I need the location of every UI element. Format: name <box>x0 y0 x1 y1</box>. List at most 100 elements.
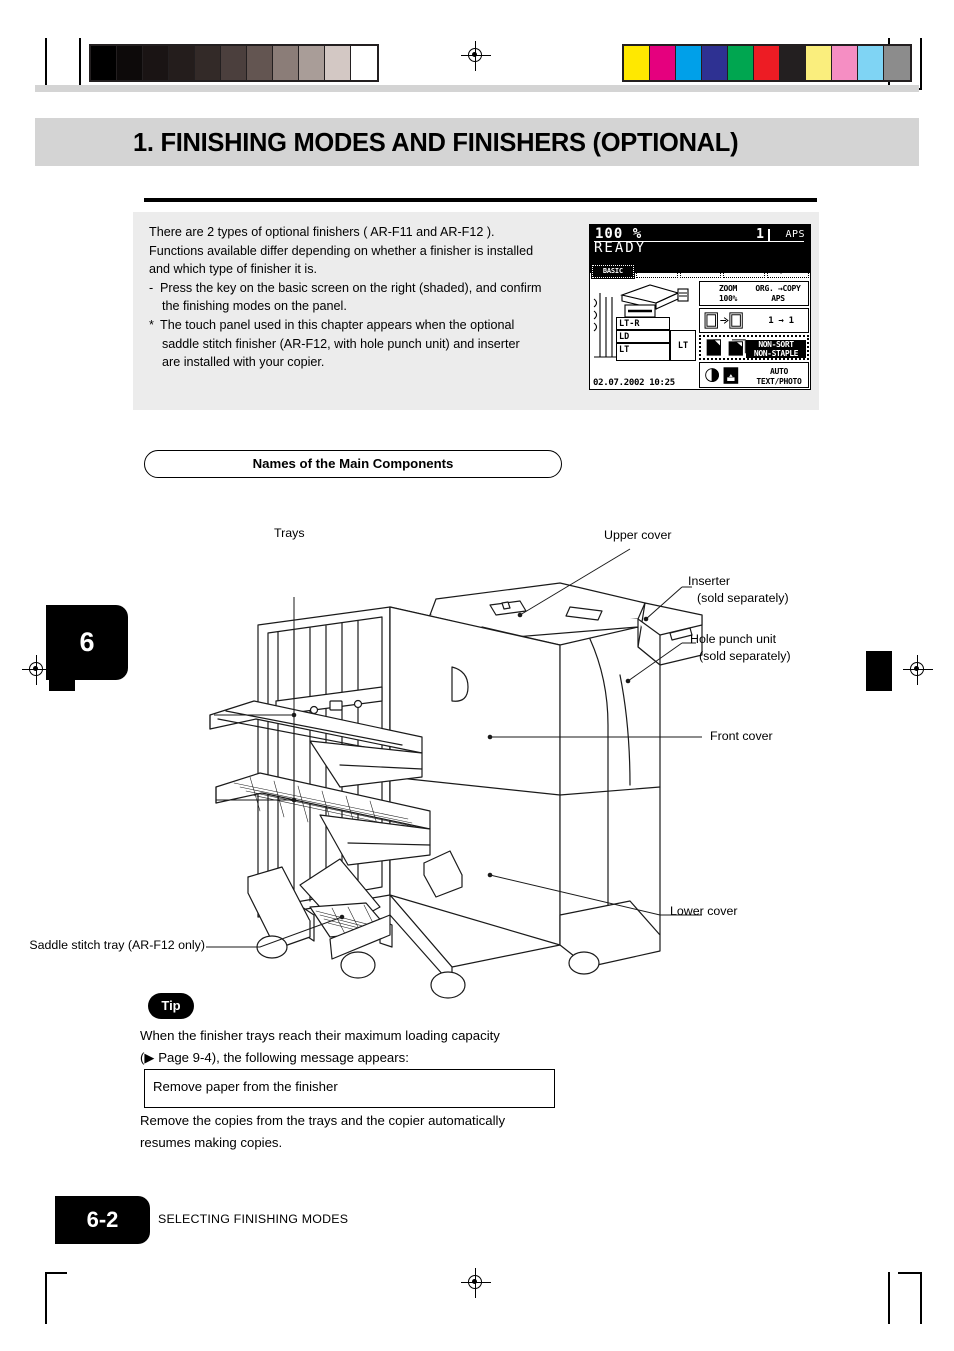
intro-line-1: There are 2 types of optional finishers … <box>149 225 495 239</box>
crop-mark-top-right-v2 <box>920 38 922 90</box>
callout-saddle-stitch-tray: Saddle stitch tray (AR-F12 only) <box>29 938 205 952</box>
lcd-tray-label-ld: LD <box>619 332 630 342</box>
color-swatch-7 <box>806 46 832 80</box>
lcd-tray-label-lt: LT <box>619 345 630 355</box>
color-swatch-8 <box>832 46 858 80</box>
callout-inserter: Inserter (sold separately) <box>688 573 789 607</box>
grayscale-swatch-6 <box>247 46 273 80</box>
color-swatch-2 <box>676 46 702 80</box>
tab-quick[interactable]: QUICK <box>767 265 809 278</box>
lcd-key-exposure[interactable]: AUTO TEXT/PHOTO <box>699 362 809 388</box>
callout-hole-punch-sub: (sold separately) <box>699 649 791 663</box>
lcd-paper-mode: APS <box>785 229 805 240</box>
intro-text: There are 2 types of optional finishers … <box>149 223 574 372</box>
lcd-zoom-value: 100% <box>718 294 738 303</box>
grayscale-swatch-7 <box>273 46 299 80</box>
grayscale-swatch-5 <box>221 46 247 80</box>
intro-bullet-1-line-2: the finishing modes on the panel. <box>162 299 347 314</box>
grayscale-swatch-8 <box>299 46 325 80</box>
lcd-datetime: 02.07.2002 10:25 <box>593 378 675 388</box>
intro-bullet-2-line-3: are installed with your copier. <box>162 355 325 370</box>
lcd-exposure-line-1: AUTO <box>769 367 789 376</box>
lcd-orig-copy-title: ORG. →COPY <box>755 284 801 293</box>
lcd-copy-count: 1 <box>756 227 770 242</box>
color-swatch-1 <box>650 46 676 80</box>
color-swatch-6 <box>780 46 806 80</box>
tip-intro-text: When the finisher trays reach their maxi… <box>140 1025 570 1069</box>
crop-mark-bottom-right-v2 <box>920 1272 922 1324</box>
lcd-function-keys: ZOOM 100% ORG. →COPY APS 1 → 1 NON-SORT … <box>699 281 809 388</box>
tip-outro-text: Remove the copies from the trays and the… <box>140 1110 570 1154</box>
grayscale-swatch-10 <box>351 46 377 80</box>
crop-mark-top-left-v2 <box>79 38 81 90</box>
callout-inserter-label: Inserter <box>688 574 731 588</box>
crop-mark-bottom-right-v <box>888 1272 890 1324</box>
callout-inserter-sub: (sold separately) <box>697 591 789 605</box>
lcd-orig-copy-value: APS <box>771 294 785 303</box>
callout-lower-cover: Lower cover <box>670 904 738 918</box>
grayscale-swatch-2 <box>143 46 169 80</box>
lcd-tray-label-lt-r: LT-R <box>619 319 640 329</box>
section-heading: Names of the Main Components <box>144 450 562 478</box>
grayscale-swatch-0 <box>91 46 117 80</box>
tip-line-2: (▶ Page 9-4), the following message appe… <box>140 1050 409 1065</box>
grayscale-calibration-bar <box>89 44 379 82</box>
bullet-marker-asterisk: * <box>149 317 154 332</box>
lcd-machine-diagram[interactable]: LT-R LD LT LT 02.07.2002 10:25 <box>592 281 696 388</box>
bleed-tab-right <box>866 651 892 691</box>
tab-settings[interactable]: SETTINGS <box>723 265 766 278</box>
callout-trays: Trays <box>274 526 305 540</box>
lcd-key-zoom[interactable]: ZOOM 100% ORG. →COPY APS <box>699 281 809 306</box>
lcd-tray-row-2[interactable]: LD <box>616 330 670 343</box>
tab-program[interactable]: PROGRAM <box>679 265 722 278</box>
tab-edit[interactable]: EDIT <box>635 265 678 278</box>
intro-bullet-2-line-1: The touch panel used in this chapter app… <box>160 317 515 332</box>
lcd-status-text: READY <box>594 240 647 256</box>
callout-hole-punch-label: Hole punch unit <box>690 632 777 646</box>
finisher-illustration: Trays Upper cover Inserter (sold separat… <box>29 515 850 1025</box>
color-swatch-9 <box>858 46 884 80</box>
crop-mark-bottom-left-v <box>45 1272 47 1324</box>
lcd-zoom-title: ZOOM <box>718 284 738 293</box>
crop-mark-bottom-left-h <box>45 1272 67 1274</box>
page-number-tab: 6-2 <box>55 1196 150 1244</box>
header-divider-rule <box>144 198 817 202</box>
grayscale-swatch-9 <box>325 46 351 80</box>
tip-badge: Tip <box>148 993 194 1019</box>
intro-bullet-1: - Press the key on the basic screen on t… <box>149 279 574 316</box>
crop-mark-bottom-right-h <box>898 1272 922 1274</box>
callout-front-cover: Front cover <box>710 729 773 743</box>
tip-line-3: Remove the copies from the trays and the… <box>140 1113 506 1128</box>
lcd-content-area: LT-R LD LT LT 02.07.2002 10:25 ZOOM 100% <box>592 281 809 388</box>
grayscale-swatch-4 <box>195 46 221 80</box>
intro-line-2: Functions available differ depending on … <box>149 243 534 258</box>
lcd-tray-row-1[interactable]: LT-R <box>616 317 670 330</box>
color-swatch-3 <box>702 46 728 80</box>
bullet-marker-dash: - <box>149 280 154 295</box>
color-swatch-0 <box>624 46 650 80</box>
grayscale-swatch-1 <box>117 46 143 80</box>
lcd-duplex-value: 1 → 1 <box>768 316 794 326</box>
lcd-tray-row-3[interactable]: LT <box>616 343 670 361</box>
tab-basic[interactable]: BASIC <box>591 264 635 279</box>
exposure-icons <box>705 367 739 384</box>
lcd-key-finishing[interactable]: NON-SORT NON-STAPLE <box>699 335 809 360</box>
color-calibration-bar <box>622 44 912 82</box>
duplex-icons <box>704 312 743 329</box>
registration-mark-bottom <box>461 1268 491 1298</box>
lcd-exposure-line-2: TEXT/PHOTO <box>756 377 802 386</box>
color-swatch-10 <box>884 46 910 80</box>
header-top-band <box>35 85 919 92</box>
color-swatch-4 <box>728 46 754 80</box>
lcd-key-duplex[interactable]: 1 → 1 <box>699 308 809 333</box>
grayscale-swatch-3 <box>169 46 195 80</box>
lcd-tray-row-4[interactable]: LT <box>670 330 696 361</box>
lcd-tab-bar: BASIC EDIT PROGRAM SETTINGS QUICK <box>591 264 809 279</box>
callout-hole-punch-unit: Hole punch unit (sold separately) <box>690 631 791 665</box>
intro-line-3: and which type of finisher it is. <box>149 262 317 277</box>
chapter-thumb-tab: 6 <box>46 605 128 680</box>
footer-section-label: SELECTING FINISHING MODES <box>158 1212 349 1226</box>
copier-message-box: Remove paper from the finisher <box>144 1069 555 1108</box>
lcd-finishing-mode: NON-SORT NON-STAPLE <box>746 340 806 358</box>
lcd-finishing-line-1: NON-SORT <box>758 340 794 349</box>
